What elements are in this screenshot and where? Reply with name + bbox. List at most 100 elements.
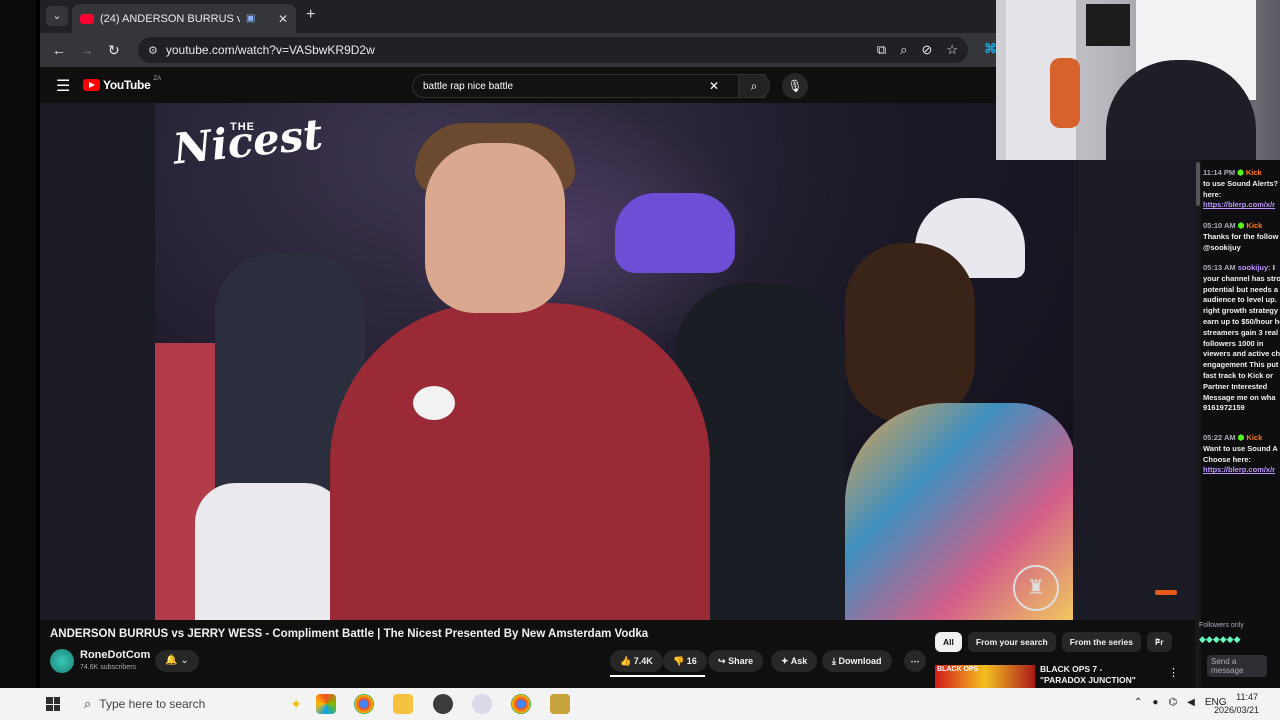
address-url[interactable]: youtube.com/watch?v=VASbwKR9D2w: [166, 43, 375, 57]
chrome-icon[interactable]: [354, 694, 374, 714]
youtube-logo[interactable]: YouTube ZA: [83, 76, 162, 92]
microphone-icon: 🎙: [787, 79, 803, 93]
country-code: ZA: [153, 76, 162, 82]
browser-toolbar: ← → ↻ ⚙ youtube.com/watch?v=VASbwKR9D2w …: [40, 33, 997, 67]
ask-label: Ask: [790, 656, 808, 666]
video-purple-bandana: [615, 193, 735, 273]
barstool-stool-icon: ♜: [1013, 565, 1059, 611]
thumbs-up-icon: 👍: [620, 656, 632, 666]
emote-bar[interactable]: ◆◆◆◆◆◆: [1199, 634, 1241, 645]
kick-bot-icon: ⬢: [1237, 168, 1244, 177]
youtube-play-icon: [83, 79, 100, 91]
download-label: Download: [838, 656, 882, 666]
tab-media-icon[interactable]: ▣: [246, 13, 255, 24]
clear-search-icon[interactable]: ✕: [709, 79, 719, 93]
tab-search-chevron-icon[interactable]: ⌄: [46, 6, 68, 26]
dislike-count: 16: [686, 656, 697, 666]
forward-icon[interactable]: →: [80, 42, 94, 58]
app-icon[interactable]: [472, 694, 492, 714]
stream-chat: 11:14 PM ⬢ Kick to use Sound Alerts? her…: [1195, 160, 1280, 688]
chat-scroll-thumb[interactable]: [1196, 162, 1200, 206]
volume-icon[interactable]: ◀: [1187, 697, 1195, 708]
channel-avatar[interactable]: [50, 649, 74, 673]
browser-tab-youtube[interactable]: (24) ANDERSON BURRUS vs JERRY WESS - Com…: [72, 4, 296, 33]
bookmark-star-icon[interactable]: ☆: [946, 42, 958, 58]
video-name-badge: [413, 386, 455, 420]
chat-message-input[interactable]: Send a message: [1207, 655, 1267, 677]
search-button[interactable]: ⌕: [738, 74, 770, 98]
windows-taskbar: ⌕ Type here to search ✦ ⌃ ● ⌬ ◀ ENG 11:4…: [0, 688, 1280, 720]
search-input[interactable]: battle rap nice battle ✕: [412, 74, 766, 98]
video-person-braids: [845, 243, 975, 423]
chat-text: Want to use Sound A Choose here:: [1203, 443, 1278, 464]
download-button[interactable]: ⤓ Download: [822, 650, 892, 672]
chip-all[interactable]: All: [935, 632, 962, 652]
kick-bot-icon: ⬢: [1237, 221, 1245, 230]
copilot-icon[interactable]: [316, 694, 336, 714]
chat-time: 05:10 AM: [1203, 221, 1236, 230]
share-button[interactable]: ↪ Share: [708, 650, 764, 672]
ask-button[interactable]: ✦ Ask: [771, 650, 818, 672]
reload-icon[interactable]: ↻: [108, 42, 120, 59]
chrome-profile-icon[interactable]: [511, 694, 531, 714]
video-frame[interactable]: Nicest THE ♜: [155, 103, 1073, 620]
taskbar-clock[interactable]: 11:47 2026/03/21: [1214, 691, 1260, 717]
chat-username[interactable]: sookijuy:: [1238, 263, 1271, 272]
thumbs-down-icon: 👎: [673, 656, 685, 666]
chip-next-chevron-icon[interactable]: ›: [1156, 633, 1160, 647]
chat-username[interactable]: Kick: [1246, 433, 1262, 442]
chat-time: 05:13 AM: [1203, 263, 1236, 272]
search-icon: ⌕: [750, 79, 758, 93]
new-tab-button[interactable]: +: [306, 6, 315, 24]
zoom-icon[interactable]: ⌕: [900, 42, 907, 58]
tab-title: (24) ANDERSON BURRUS vs JERRY WESS - Com…: [100, 12, 240, 25]
system-tray: ⌃ ● ⌬ ◀ ENG: [1134, 697, 1227, 708]
site-info-icon[interactable]: ⚙: [148, 44, 158, 57]
chat-scrollbar[interactable]: [1195, 160, 1201, 688]
more-actions-button[interactable]: ⋯: [904, 650, 926, 672]
open-in-app-icon[interactable]: ⧉: [877, 42, 886, 58]
recommended-video-thumbnail[interactable]: BLACK OPS: [935, 665, 1035, 688]
subscriber-count: 74.6K subscribers: [80, 664, 137, 671]
windows-start-icon[interactable]: [46, 697, 60, 711]
chat-message: 05:13 AM sookijuy: I your channel has st…: [1203, 263, 1280, 414]
channel-name[interactable]: RoneDotCom: [80, 649, 150, 661]
network-icon[interactable]: ⌬: [1168, 697, 1177, 708]
chat-username[interactable]: Kick: [1246, 221, 1262, 230]
chat-link[interactable]: https://blerp.com/x/r: [1203, 465, 1275, 474]
back-icon[interactable]: ←: [52, 42, 66, 58]
taskbar-search-input[interactable]: ⌕ Type here to search ✦: [80, 692, 302, 716]
bell-icon: 🔔: [165, 655, 178, 666]
voice-search-button[interactable]: 🎙: [782, 73, 808, 99]
chat-message: 11:14 PM ⬢ Kick to use Sound Alerts? her…: [1203, 168, 1280, 211]
chat-text: to use Sound Alerts? here:: [1203, 178, 1279, 199]
clock-date: 2026/03/21: [1214, 705, 1260, 715]
sparkle-icon: ✦: [781, 656, 789, 666]
dislike-button[interactable]: 👎 16: [663, 650, 707, 672]
like-count: 7.4K: [633, 656, 653, 666]
address-bar[interactable]: ⚙ youtube.com/watch?v=VASbwKR9D2w ⧉ ⌕ ⊘ …: [138, 37, 968, 63]
microphone-tray-icon[interactable]: ●: [1152, 697, 1158, 708]
tab-close-icon[interactable]: ✕: [278, 12, 288, 26]
chat-link[interactable]: https://blerp.com/x/r: [1203, 200, 1275, 209]
recommended-more-icon[interactable]: ⋮: [1168, 666, 1179, 679]
recommendation-chips: All From your search From the series Fr: [935, 632, 1172, 652]
chip-from-your-search[interactable]: From your search: [967, 632, 1056, 652]
chat-username[interactable]: Kick: [1246, 168, 1262, 177]
game-app-icon[interactable]: [550, 694, 570, 714]
eye-slash-icon[interactable]: ⊘: [921, 42, 932, 58]
chip-from-the-series[interactable]: From the series: [1061, 632, 1141, 652]
video-info: ANDERSON BURRUS vs JERRY WESS - Complime…: [40, 620, 1195, 696]
chat-text: I your channel has stro potential but ne…: [1203, 263, 1280, 413]
subscribed-bell-button[interactable]: 🔔 ⌄: [155, 650, 199, 672]
like-button[interactable]: 👍 7.4K: [610, 650, 663, 672]
obs-icon[interactable]: [433, 694, 453, 714]
video-person-white-shirt: [195, 483, 345, 620]
search-highlight-icon: ✦: [290, 695, 302, 712]
search-query-text[interactable]: battle rap nice battle: [423, 81, 513, 92]
chevron-up-icon[interactable]: ⌃: [1134, 697, 1142, 708]
chat-time: 05:22 AM: [1203, 433, 1236, 442]
file-explorer-icon[interactable]: [393, 694, 413, 714]
hamburger-menu-icon[interactable]: ☰: [56, 76, 70, 96]
followers-only-label: Followers only: [1199, 622, 1244, 629]
